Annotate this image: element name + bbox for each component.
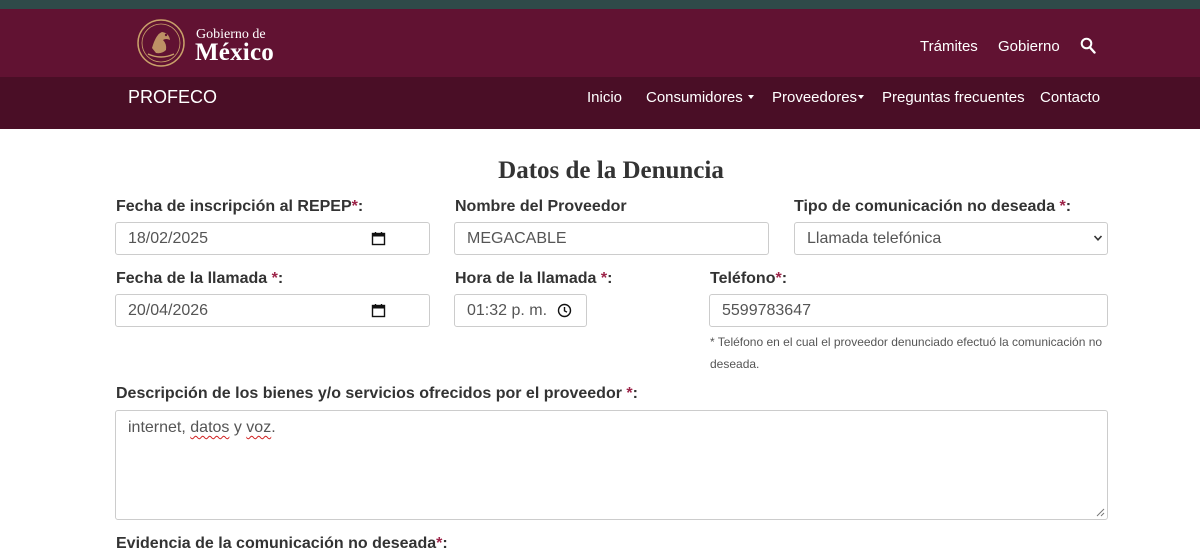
tipo-comunicacion-select[interactable]: Llamada telefónica: [794, 222, 1108, 255]
calendar-icon[interactable]: [371, 303, 386, 318]
nav-item-label: Consumidores: [646, 89, 743, 106]
nav-item-label: Proveedores: [772, 89, 858, 106]
telefono-help-text: * Teléfono en el cual el proveedor denun…: [710, 335, 1103, 371]
nav-item-contacto[interactable]: Contacto: [1040, 89, 1100, 106]
telefono-label: Teléfono*:: [710, 270, 788, 287]
fecha-llamada-value: 20/04/2026: [128, 302, 209, 319]
nav-item-preguntas-frecuentes[interactable]: Preguntas frecuentes: [882, 89, 1025, 106]
caret-down-icon: [747, 95, 754, 100]
fecha-llamada-input[interactable]: 20/04/2026: [115, 294, 430, 327]
chevron-down-icon: [1093, 235, 1103, 241]
government-header: Gobierno de México Trámites Gobierno: [0, 9, 1200, 77]
caret-down-icon: [858, 95, 865, 100]
tipo-comunicacion-value: Llamada telefónica: [807, 230, 942, 247]
top-strip: [0, 0, 1200, 9]
hora-llamada-label: Hora de la llamada *:: [455, 270, 613, 287]
logo-text-line2: México: [195, 39, 274, 66]
nav-item-label: Preguntas frecuentes: [882, 89, 1025, 106]
nav-link-tramites[interactable]: Trámites: [920, 38, 978, 55]
resize-handle-icon[interactable]: [1096, 508, 1105, 517]
nav-item-label: Inicio: [587, 89, 623, 106]
hora-llamada-input[interactable]: 01:32 p. m.: [454, 294, 587, 327]
nav-item-consumidores[interactable]: Consumidores: [646, 89, 754, 106]
telefono-input[interactable]: 5599783647: [709, 294, 1108, 327]
profeco-brand[interactable]: PROFECO: [128, 87, 217, 108]
descripcion-textarea[interactable]: internet, datos y voz.: [115, 410, 1108, 520]
descripcion-text: internet, datos y voz.: [128, 419, 276, 436]
nav-item-inicio[interactable]: Inicio: [587, 89, 622, 106]
profeco-navbar: PROFECO Inicio Consumidores Proveedores …: [0, 77, 1200, 129]
misspelled-word: datos: [190, 419, 230, 436]
proveedor-input[interactable]: MEGACABLE: [454, 222, 769, 255]
evidencia-label: Evidencia de la comunicación no deseada*…: [116, 535, 448, 552]
hora-llamada-value: 01:32 p. m.: [467, 302, 548, 319]
nav-link-gobierno[interactable]: Gobierno: [998, 38, 1060, 55]
telefono-value: 5599783647: [722, 302, 811, 319]
descripcion-label: Descripción de los bienes y/o servicios …: [116, 385, 638, 402]
fecha-repep-label: Fecha de inscripción al REPEP*:: [116, 198, 364, 215]
gobierno-de-mexico-logo[interactable]: Gobierno de México: [136, 18, 286, 70]
nav-item-proveedores[interactable]: Proveedores: [772, 89, 865, 106]
proveedor-value: MEGACABLE: [467, 230, 567, 247]
calendar-icon[interactable]: [371, 231, 386, 246]
nav-item-label: Contacto: [1040, 89, 1101, 106]
fecha-repep-value: 18/02/2025: [128, 230, 209, 247]
page-title: Datos de la Denuncia: [498, 157, 724, 184]
fecha-repep-input[interactable]: 18/02/2025: [115, 222, 430, 255]
proveedor-label: Nombre del Proveedor: [455, 198, 627, 215]
national-seal-icon: [137, 19, 185, 67]
search-icon[interactable]: [1080, 37, 1096, 55]
misspelled-word: voz: [246, 419, 272, 436]
tipo-comunicacion-label: Tipo de comunicación no deseada *:: [794, 198, 1072, 215]
fecha-llamada-label: Fecha de la llamada *:: [116, 270, 284, 287]
clock-icon[interactable]: [557, 303, 572, 318]
